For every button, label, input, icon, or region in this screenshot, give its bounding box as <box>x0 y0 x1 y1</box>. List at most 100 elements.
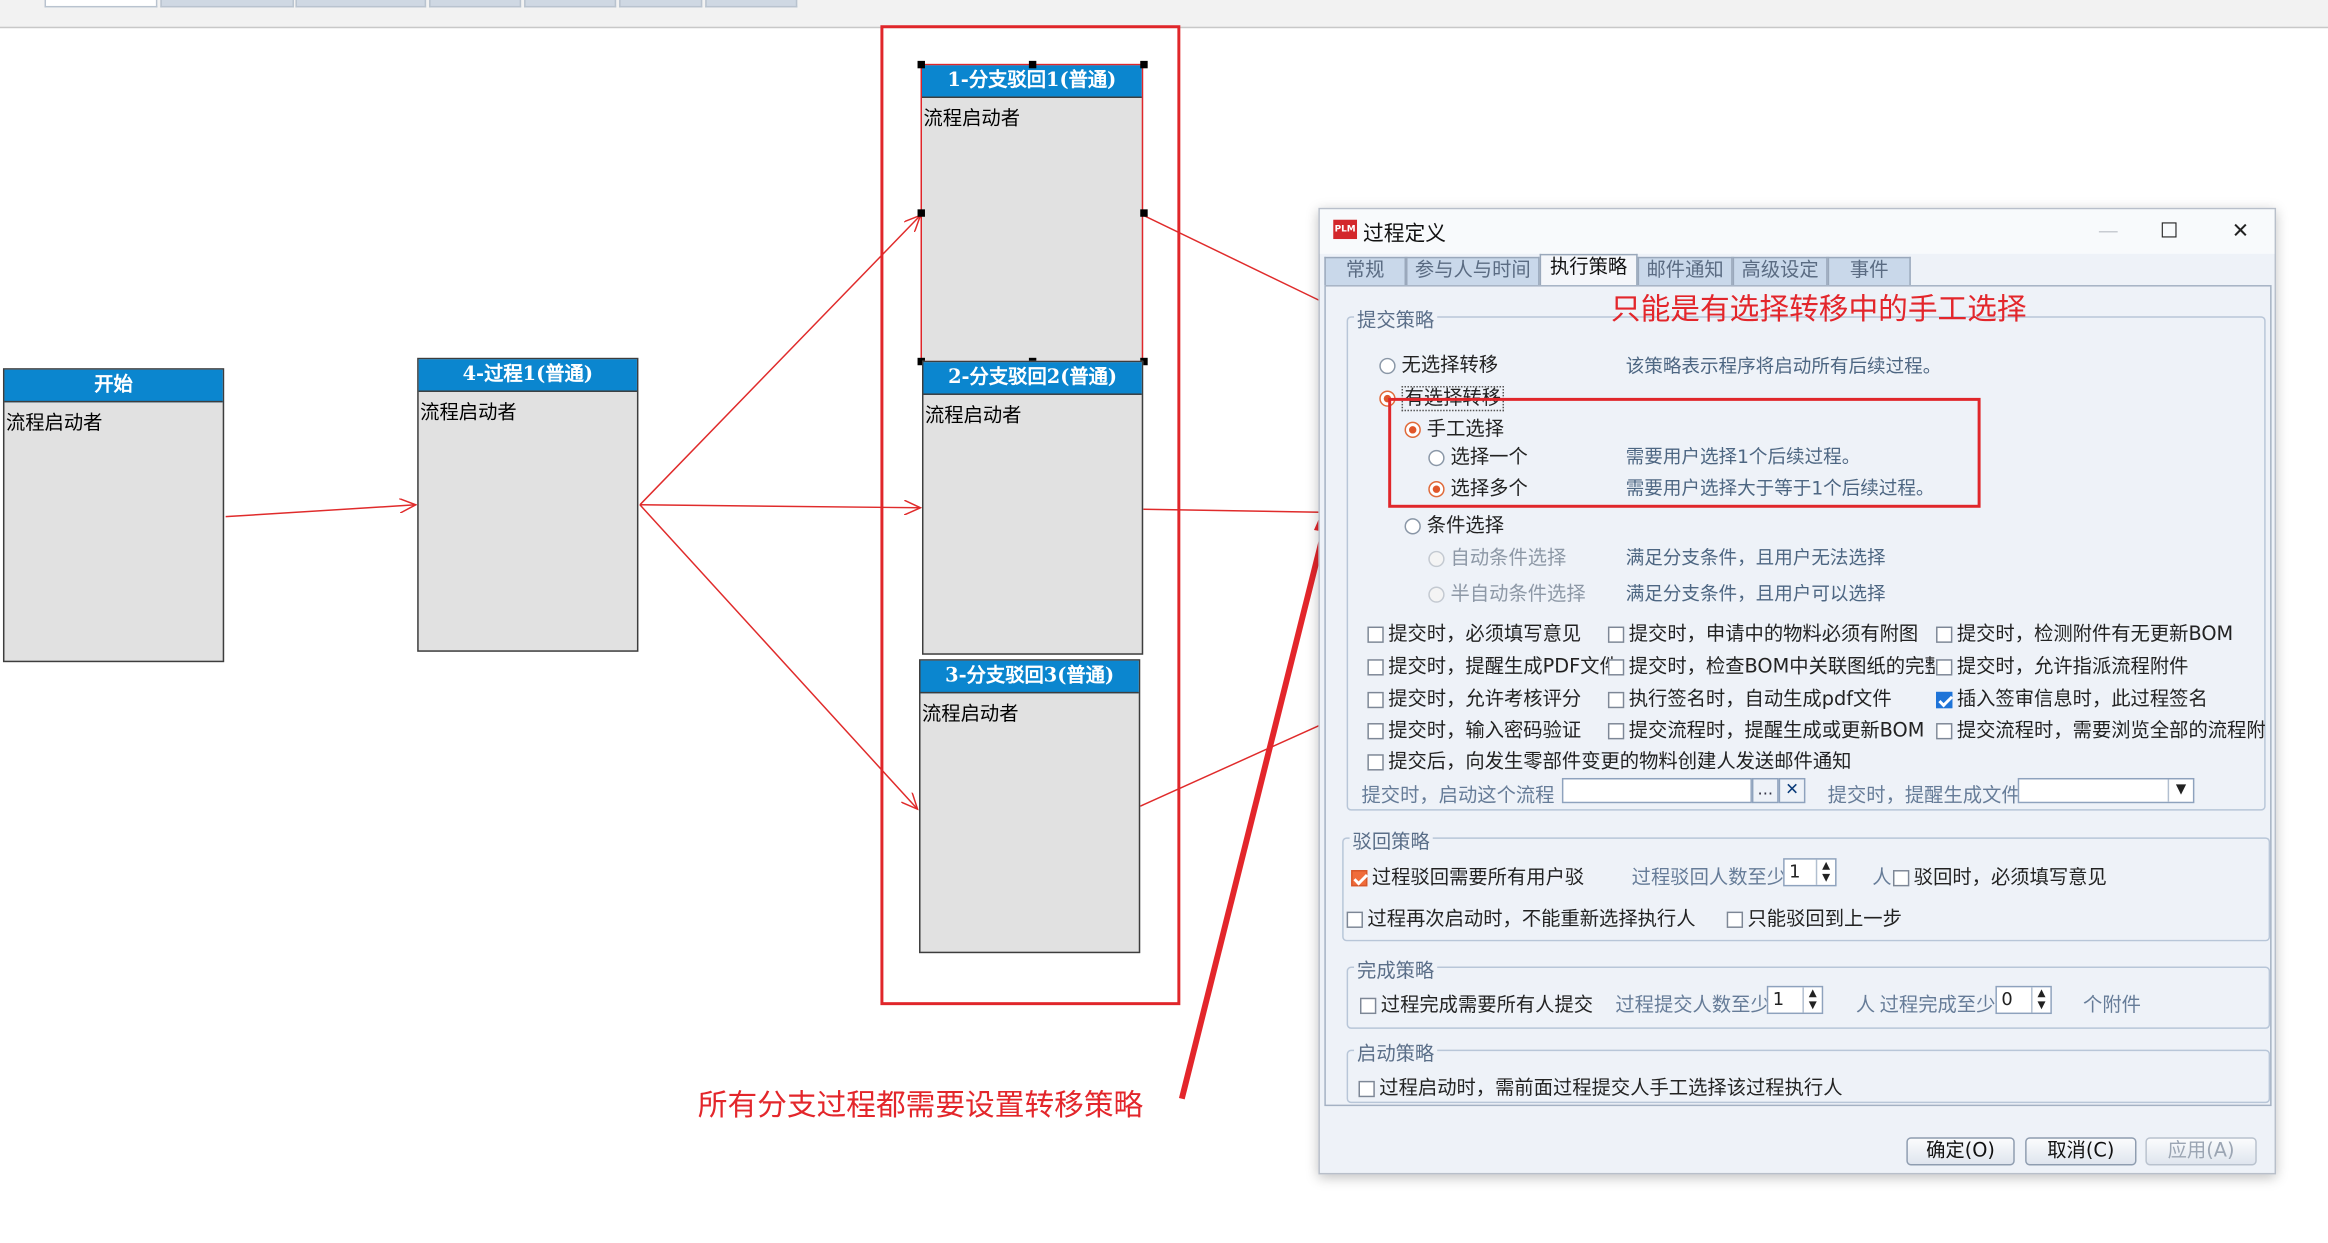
checkbox-icon <box>1346 911 1363 928</box>
dialog-title: 过程定义 <box>1362 222 1447 247</box>
submit-count-label: 过程提交人数至少 <box>1615 994 1767 1018</box>
checkbox-check-bom-update[interactable]: 提交时，检测附件有无更新BOM <box>1936 618 2233 646</box>
start-flow-label: 提交时，启动这个流程 <box>1361 785 1555 808</box>
checkbox-remind-pdf[interactable]: 提交时，提醒生成PDF文件 <box>1367 650 1619 679</box>
checkbox-assign-attachments[interactable]: 提交时，允许指派流程附件 <box>1936 650 2188 679</box>
tab-mail-notify[interactable]: 邮件通知 <box>1637 256 1733 286</box>
chevron-down-icon: ▼ <box>2167 779 2193 802</box>
checkbox-only-previous[interactable]: 只能驳回到上一步 <box>1726 903 1902 931</box>
checkbox-icon <box>1936 626 1953 643</box>
checkbox-allow-scoring[interactable]: 提交时，允许考核评分 <box>1367 683 1581 711</box>
reject-count-spinner[interactable]: 1 ▲ ▼ <box>1783 858 1837 887</box>
checkbox-icon <box>1367 691 1384 709</box>
radio-semi-auto-condition[interactable]: 半自动条件选择 <box>1428 578 1586 606</box>
tab-events[interactable]: 事件 <box>1827 256 1911 286</box>
connector-process1-to-branch2 <box>639 505 921 508</box>
remind-file-select[interactable]: ▼ <box>2017 777 2195 804</box>
checkbox-no-reselect[interactable]: 过程再次启动时，不能重新选择执行人 <box>1346 903 1696 931</box>
checkbox-material-drawing[interactable]: 提交时，申请中的物料必须有附图 <box>1607 618 1918 646</box>
ok-button[interactable]: 确定(O) <box>1906 1137 2015 1166</box>
tab-general[interactable]: 常规 <box>1324 256 1407 286</box>
radio-icon <box>1428 586 1445 603</box>
node-title: 开始 <box>4 369 223 403</box>
plm-logo-icon: PLM <box>1333 219 1358 240</box>
checkbox-remind-bom[interactable]: 提交流程时，提醒生成或更新BOM <box>1607 714 1924 742</box>
checkbox-icon <box>1726 911 1744 928</box>
checkbox-icon <box>1936 723 1953 740</box>
spinner-arrows-icon[interactable]: ▲ ▼ <box>1802 987 1821 1013</box>
annotation-all-branches: 所有分支过程都需要设置转移策略 <box>697 1086 1144 1123</box>
checkbox-reject-must-comment[interactable]: 驳回时，必须填写意见 <box>1892 861 2107 889</box>
dialog-titlebar[interactable]: PLM 过程定义 — ☐ ✕ <box>1319 209 2275 254</box>
node-assignee: 流程启动者 <box>5 412 103 436</box>
group-label: 启动策略 <box>1354 1037 1438 1067</box>
attach-unit: 个附件 <box>2083 994 2141 1018</box>
semi-auto-desc: 满足分支条件，且用户可以选择 <box>1625 582 1886 605</box>
no-select-desc: 该策略表示程序将启动所有后续过程。 <box>1625 354 1942 378</box>
tab-execution-policy[interactable]: 执行策略 <box>1539 253 1638 287</box>
checkbox-icon <box>1892 870 1910 887</box>
cancel-button[interactable]: 取消(C) <box>2025 1137 2137 1166</box>
start-flow-input[interactable] <box>1561 777 1752 804</box>
node-title: 4-过程1(普通) <box>418 359 637 392</box>
checkbox-reject-all-users[interactable]: 过程驳回需要所有用户驳 <box>1351 861 1600 889</box>
radio-condition-select[interactable]: 条件选择 <box>1404 509 1504 537</box>
attach-count-label: 过程完成至少 <box>1879 994 1996 1018</box>
checkbox-icon <box>1367 754 1384 771</box>
spinner-arrows-icon[interactable]: ▲ ▼ <box>1815 859 1835 885</box>
checkbox-auto-pdf-on-sign[interactable]: 执行签名时，自动生成pdf文件 <box>1607 683 1892 711</box>
remind-file-label: 提交时，提醒生成文件 <box>1827 785 2018 808</box>
group-label: 驳回策略 <box>1349 825 1433 854</box>
checkbox-icon <box>1358 1080 1375 1098</box>
checkbox-checked-icon <box>1351 870 1368 887</box>
connector-process1-to-branch3 <box>639 504 918 809</box>
checkbox-icon <box>1367 659 1384 676</box>
connector-start-to-process1 <box>225 505 416 518</box>
radio-icon <box>1428 550 1445 568</box>
checkbox-browse-all-attachments[interactable]: 提交流程时，需要浏览全部的流程附 <box>1936 714 2269 742</box>
maximize-button[interactable]: ☐ <box>2150 215 2189 248</box>
annotation-manual-only: 只能是有选择转移中的手工选择 <box>1610 291 2027 327</box>
checkbox-checked-icon <box>1936 691 1953 709</box>
node-assignee: 流程启动者 <box>420 402 517 425</box>
reject-count-unit: 人 <box>1872 867 1892 890</box>
node-start[interactable]: 开始 流程启动者 <box>2 368 225 663</box>
checkbox-must-comment[interactable]: 提交时，必须填写意见 <box>1367 618 1581 646</box>
checkbox-icon <box>1936 659 1953 676</box>
connector-process1-to-branch1 <box>639 215 921 506</box>
browse-button[interactable]: ... <box>1751 777 1779 804</box>
checkbox-icon <box>1359 997 1377 1015</box>
clear-button[interactable]: ✕ <box>1778 777 1806 804</box>
close-button[interactable]: ✕ <box>2221 215 2260 248</box>
checkbox-icon <box>1607 626 1625 643</box>
apply-button[interactable]: 应用(A) <box>2145 1137 2257 1166</box>
checkbox-icon <box>1367 626 1384 643</box>
submit-count-spinner[interactable]: 1 ▲ ▼ <box>1766 985 1824 1015</box>
radio-no-select-transfer[interactable]: 无选择转移 <box>1379 349 1498 377</box>
tab-advanced[interactable]: 高级设定 <box>1732 256 1828 286</box>
radio-icon <box>1404 518 1421 535</box>
spinner-arrows-icon[interactable]: ▲ ▼ <box>2031 987 2050 1013</box>
process-definition-dialog: PLM 过程定义 — ☐ ✕ 常规 参与人与时间 执行策略 邮件通知 高级设定 … <box>1318 207 2277 1175</box>
checkbox-icon <box>1607 659 1625 676</box>
checkbox-icon <box>1367 723 1384 740</box>
branch-highlight-box <box>880 25 1181 1006</box>
checkbox-sign-on-insert[interactable]: 插入签审信息时，此过程签名 <box>1936 683 2208 711</box>
submit-count-unit: 人 <box>1855 994 1876 1018</box>
reject-count-label: 过程驳回人数至少 <box>1631 867 1784 890</box>
group-label: 完成策略 <box>1354 954 1438 983</box>
node-process-1[interactable]: 4-过程1(普通) 流程启动者 <box>417 357 639 652</box>
checkbox-notify-creator[interactable]: 提交后，向发生零部件变更的物料创建人发送邮件通知 <box>1367 745 1851 774</box>
checkbox-password-verify[interactable]: 提交时，输入密码验证 <box>1367 714 1581 742</box>
tab-participants-time[interactable]: 参与人与时间 <box>1406 256 1540 286</box>
checkbox-manual-pick-assignee[interactable]: 过程启动时，需前面过程提交人手工选择该过程执行人 <box>1358 1072 1843 1100</box>
checkbox-icon <box>1607 723 1625 740</box>
radio-icon <box>1379 357 1396 375</box>
auto-condition-desc: 满足分支条件，且用户无法选择 <box>1625 546 1886 569</box>
checkbox-complete-all-submit[interactable]: 过程完成需要所有人提交 <box>1359 989 1599 1017</box>
attach-count-spinner[interactable]: 0 ▲ ▼ <box>1995 985 2052 1015</box>
annotation-arrow <box>1178 505 1334 1100</box>
checkbox-bom-drawing-complete[interactable]: 提交时，检查BOM中关联图纸的完整 <box>1607 650 1935 679</box>
radio-auto-condition[interactable]: 自动条件选择 <box>1428 542 1566 570</box>
minimize-button[interactable]: — <box>2089 215 2128 248</box>
